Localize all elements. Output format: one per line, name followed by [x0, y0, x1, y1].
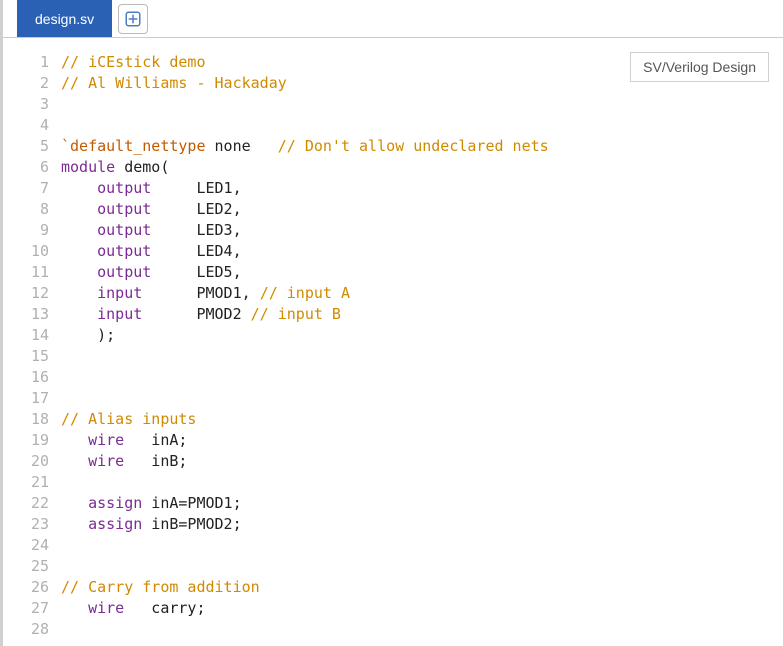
code-line — [61, 556, 783, 577]
line-number: 26 — [3, 577, 49, 598]
line-number: 13 — [3, 304, 49, 325]
editor-area[interactable]: SV/Verilog Design 1234567891011121314151… — [3, 38, 783, 646]
line-number: 28 — [3, 619, 49, 640]
line-number: 9 — [3, 220, 49, 241]
line-number: 8 — [3, 199, 49, 220]
language-badge[interactable]: SV/Verilog Design — [630, 52, 769, 82]
code-line: module demo( — [61, 157, 783, 178]
line-number: 21 — [3, 472, 49, 493]
line-number: 27 — [3, 598, 49, 619]
code-line: output LED2, — [61, 199, 783, 220]
line-number: 22 — [3, 493, 49, 514]
tab-label: design.sv — [35, 11, 94, 27]
line-number: 10 — [3, 241, 49, 262]
line-number: 2 — [3, 73, 49, 94]
code-content[interactable]: // iCEstick demo// Al Williams - Hackada… — [61, 52, 783, 646]
code-line: output LED4, — [61, 241, 783, 262]
code-line: assign inA=PMOD1; — [61, 493, 783, 514]
code-line — [61, 472, 783, 493]
line-number: 23 — [3, 514, 49, 535]
code-line — [61, 94, 783, 115]
code-line: output LED1, — [61, 178, 783, 199]
code-line — [61, 388, 783, 409]
code-line: output LED5, — [61, 262, 783, 283]
line-number: 6 — [3, 157, 49, 178]
code-line — [61, 619, 783, 640]
code-line — [61, 367, 783, 388]
code-line: ); — [61, 325, 783, 346]
line-number: 7 — [3, 178, 49, 199]
tab-design-sv[interactable]: design.sv — [17, 0, 112, 37]
line-number: 20 — [3, 451, 49, 472]
code-line — [61, 346, 783, 367]
line-number: 3 — [3, 94, 49, 115]
code-line: wire inB; — [61, 451, 783, 472]
tab-bar: design.sv — [3, 0, 783, 38]
line-number: 11 — [3, 262, 49, 283]
line-number: 1 — [3, 52, 49, 73]
code-line — [61, 535, 783, 556]
code-line: wire inA; — [61, 430, 783, 451]
line-number: 5 — [3, 136, 49, 157]
code-line: output LED3, — [61, 220, 783, 241]
editor-container: design.sv SV/Verilog Design 123456789101… — [0, 0, 783, 646]
line-number: 4 — [3, 115, 49, 136]
plus-icon — [124, 10, 142, 28]
line-number: 18 — [3, 409, 49, 430]
line-number: 25 — [3, 556, 49, 577]
line-number: 17 — [3, 388, 49, 409]
code-line: // Alias inputs — [61, 409, 783, 430]
code-line: input PMOD2 // input B — [61, 304, 783, 325]
code-line: input PMOD1, // input A — [61, 283, 783, 304]
line-number: 24 — [3, 535, 49, 556]
line-number: 19 — [3, 430, 49, 451]
code-line: assign inB=PMOD2; — [61, 514, 783, 535]
language-badge-label: SV/Verilog Design — [643, 59, 756, 75]
line-number: 12 — [3, 283, 49, 304]
code-line: wire carry; — [61, 598, 783, 619]
line-number: 15 — [3, 346, 49, 367]
add-tab-button[interactable] — [118, 4, 148, 34]
line-number: 16 — [3, 367, 49, 388]
code-line: // Carry from addition — [61, 577, 783, 598]
line-gutter: 1234567891011121314151617181920212223242… — [3, 52, 61, 646]
line-number: 14 — [3, 325, 49, 346]
code-line — [61, 115, 783, 136]
code-line: `default_nettype none // Don't allow und… — [61, 136, 783, 157]
